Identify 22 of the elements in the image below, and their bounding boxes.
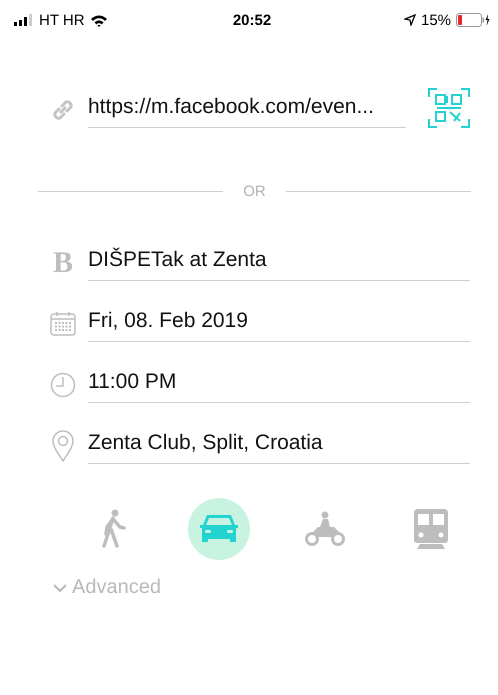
motorbike-icon <box>304 511 346 547</box>
battery-charging-icon <box>456 13 490 27</box>
carrier-name: HT HR <box>39 12 85 28</box>
place-field[interactable]: Zenta Club, Split, Croatia <box>88 427 470 464</box>
walking-person-icon <box>100 509 126 549</box>
signal-icon <box>14 14 34 26</box>
clock-icon <box>50 372 76 398</box>
location-arrow-icon <box>404 14 416 26</box>
chevron-icon <box>52 582 68 592</box>
bold-b-icon: B <box>52 246 73 280</box>
calendar-icon <box>50 310 76 336</box>
qr-scan-button[interactable] <box>428 88 470 131</box>
train-icon <box>414 509 448 549</box>
time-field[interactable]: 11:00 PM <box>88 366 470 403</box>
url-field[interactable]: https://m.facebook.com/even... <box>88 91 406 128</box>
or-separator-label: OR <box>242 183 267 200</box>
location-pin-icon <box>52 430 74 462</box>
title-field[interactable]: DIŠPETak at Zenta <box>88 244 470 281</box>
wifi-icon <box>90 14 108 26</box>
date-field[interactable]: Fri, 08. Feb 2019 <box>88 305 470 342</box>
clock-time: 20:52 <box>232 12 272 28</box>
battery-percent: 15% <box>420 12 452 28</box>
